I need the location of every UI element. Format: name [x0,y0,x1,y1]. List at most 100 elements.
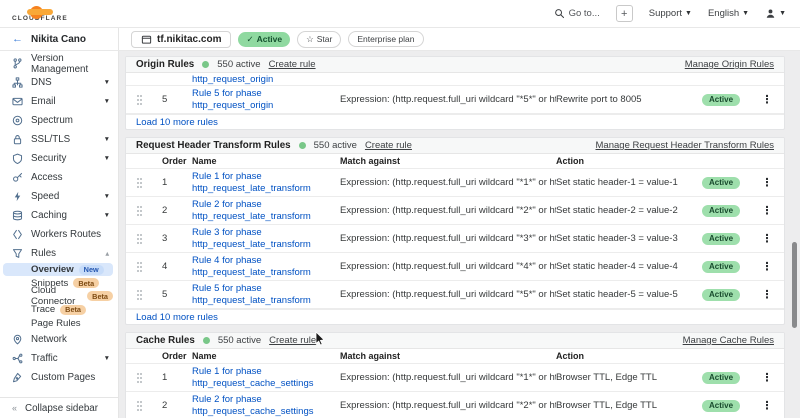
rule-order: 1 [162,177,192,188]
sidebar-item-ssl-tls[interactable]: SSL/TLS▼ [0,130,118,149]
cloudflare-dashboard: CLOUDFLARE Go to... + Support ▼ English … [0,0,800,418]
kebab-menu-icon[interactable]: ⋮ [758,399,776,412]
star-button[interactable]: ☆ Star [297,31,341,48]
rule-name-link[interactable]: Rule 1 for phasehttp_request_cache_setti… [192,366,340,389]
create-rule-link[interactable]: Create rule [365,140,412,151]
sidebar-item-dns[interactable]: DNS▼ [0,73,118,92]
kebab-menu-icon[interactable]: ⋮ [758,204,776,217]
rule-action: Set static header-2 = value-2 [556,205,702,216]
rule-name-link[interactable]: Rule 4 for phasehttp_request_late_transf… [192,255,340,278]
rule-name-link[interactable]: Rule 2 for phasehttp_request_late_transf… [192,199,340,222]
kebab-menu-icon[interactable]: ⋮ [758,232,776,245]
support-menu[interactable]: Support ▼ [649,8,692,19]
scrollbar-thumb[interactable] [792,242,797,328]
domain-selector[interactable]: tf.nikitac.com [131,31,231,48]
chevron-down-icon: ▼ [685,10,692,17]
sidebar-item-security[interactable]: Security▼ [0,149,118,168]
table-row: 2Rule 2 for phasehttp_request_cache_sett… [126,392,784,418]
rule-name-link[interactable]: Rule 5 for phasehttp_request_late_transf… [192,283,340,306]
pen-icon [12,372,23,383]
rule-name-link[interactable]: Rule 5 for phasehttp_request_origin [192,88,340,111]
rule-expression: Expression: (http.request.full_uri wildc… [340,94,556,105]
sidebar-item-version-management[interactable]: Version Management [0,54,118,73]
sidebar-subitem-cloud-connector[interactable]: Cloud ConnectorBeta [3,290,113,303]
sidebar-item-spectrum[interactable]: Spectrum [0,111,118,130]
cloudflare-logo[interactable]: CLOUDFLARE [12,6,68,23]
active-count: 550 active [217,59,260,70]
drag-handle-icon[interactable] [136,400,144,412]
drag-handle-icon[interactable] [136,261,144,273]
collapse-sidebar-button[interactable]: « Collapse sidebar [0,397,118,418]
rule-expression: Expression: (http.request.full_uri wildc… [340,177,556,188]
section-cache-rules: Cache Rules550 activeCreate ruleManage C… [125,332,785,418]
account-header: ← Nikita Cano [0,28,119,50]
rule-name-link[interactable]: Rule 1 for phasehttp_request_late_transf… [192,171,340,194]
domain-name: tf.nikitac.com [157,34,221,45]
chevron-up-icon: ▼ [104,250,110,257]
drag-handle-icon[interactable] [136,94,144,106]
manage-rules-link[interactable]: Manage Origin Rules [685,59,774,70]
rule-order: 1 [162,372,192,383]
sidebar-item-speed[interactable]: Speed▼ [0,187,118,206]
shield-icon [12,153,23,164]
chevron-down-icon: ▼ [104,155,110,162]
traffic-icon [12,353,23,364]
user-icon [765,8,776,19]
drag-handle-icon[interactable] [136,372,144,384]
sidebar-item-caching[interactable]: Caching▼ [0,206,118,225]
rule-order: 4 [162,261,192,272]
drag-handle-icon[interactable] [136,205,144,217]
load-more-link[interactable]: Load 10 more rules [136,312,218,323]
language-menu[interactable]: English ▼ [708,8,749,19]
load-more-row: Load 10 more rules [126,309,784,324]
add-button[interactable]: + [616,5,633,22]
rule-status-badge: Active [702,233,740,245]
back-arrow-icon[interactable]: ← [12,33,23,45]
table-column-headers: OrderNameMatch againstAction [126,154,784,169]
rule-action: Browser TTL, Edge TTL [556,400,702,411]
sidebar-item-network[interactable]: Network [0,330,118,349]
rule-order: 5 [162,289,192,300]
table-row: 5Rule 5 for phasehttp_request_late_trans… [126,281,784,309]
chevron-down-icon: ▼ [104,79,110,86]
section-title: Request Header Transform Rules [136,140,291,151]
kebab-menu-icon[interactable]: ⋮ [758,176,776,189]
rule-order: 3 [162,233,192,244]
kebab-menu-icon[interactable]: ⋮ [758,371,776,384]
user-menu[interactable]: ▼ [765,8,786,19]
create-rule-link[interactable]: Create rule [269,335,316,346]
rule-status-badge: Active [702,372,740,384]
load-more-link[interactable]: Load 10 more rules [136,117,218,128]
drag-handle-icon[interactable] [136,289,144,301]
sidebar-item-workers-routes[interactable]: Workers Routes [0,225,118,244]
sidebar-item-custom-pages[interactable]: Custom Pages [0,368,118,387]
manage-rules-link[interactable]: Manage Cache Rules [683,335,774,346]
section-title: Cache Rules [136,335,195,346]
global-search[interactable]: Go to... [554,8,600,19]
git-branch-icon [12,58,23,69]
dns-icon [12,77,23,88]
rule-name-link[interactable]: Rule 3 for phasehttp_request_late_transf… [192,227,340,250]
collapse-icon: « [12,403,17,413]
manage-rules-link[interactable]: Manage Request Header Transform Rules [596,140,774,151]
sidebar-item-rules[interactable]: Rules▼ [0,244,118,263]
kebab-menu-icon[interactable]: ⋮ [758,93,776,106]
new-badge: New [79,265,104,275]
section-header: Origin Rules550 activeCreate ruleManage … [126,57,784,73]
search-label: Go to... [569,8,600,19]
sidebar-item-traffic[interactable]: Traffic▼ [0,349,118,368]
create-rule-link[interactable]: Create rule [269,59,316,70]
rule-expression: Expression: (http.request.full_uri wildc… [340,372,556,383]
rule-name-link[interactable]: Rule 2 for phasehttp_request_cache_setti… [192,394,340,417]
kebab-menu-icon[interactable]: ⋮ [758,288,776,301]
sidebar-item-access[interactable]: Access [0,168,118,187]
drag-handle-icon[interactable] [136,177,144,189]
section-header: Request Header Transform Rules550 active… [126,138,784,154]
drag-handle-icon[interactable] [136,233,144,245]
sidebar-subitem-overview[interactable]: OverviewNew [3,263,113,276]
sidebar-item-email[interactable]: Email▼ [0,92,118,111]
zone-breadcrumb: tf.nikitac.com ✓ Active ☆ Star Enterpris… [119,28,800,50]
kebab-menu-icon[interactable]: ⋮ [758,260,776,273]
sidebar-subitem-page-rules[interactable]: Page Rules [3,317,113,330]
chevron-down-icon: ▼ [104,98,110,105]
